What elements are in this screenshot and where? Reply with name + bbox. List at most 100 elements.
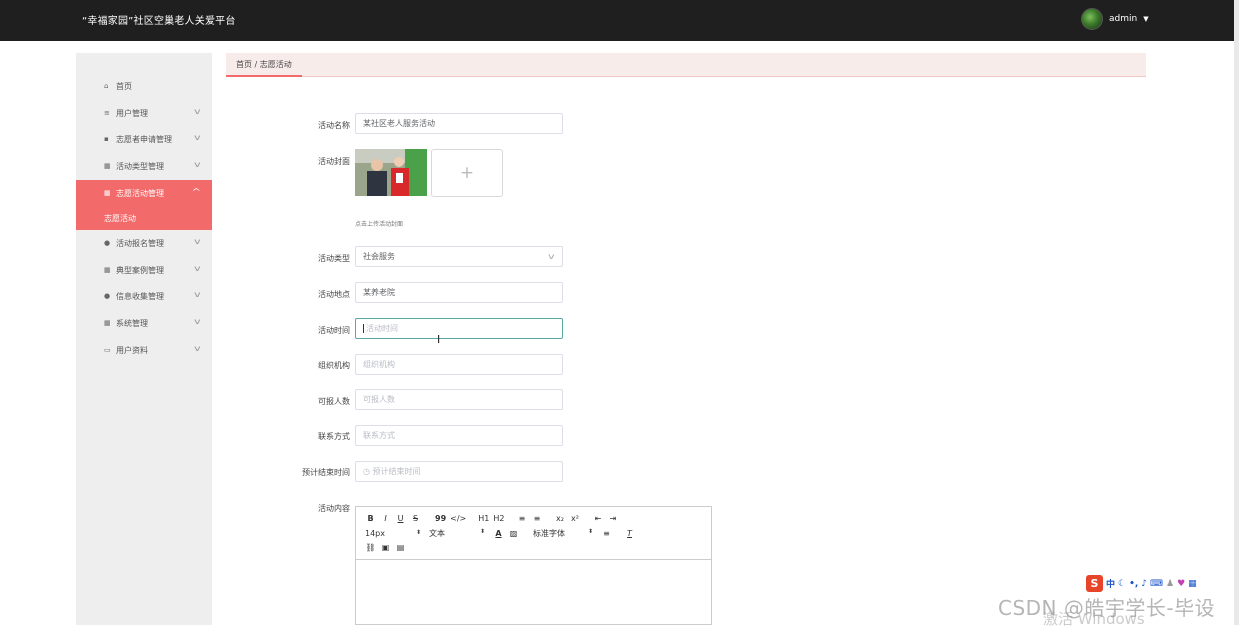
italic-button[interactable]: I [380, 514, 391, 523]
code-button[interactable]: </> [450, 514, 466, 523]
rich-text-editor[interactable]: B I U S 99 </> H1 H2 ≡ ≡ x₂ x² ⇤ ⇥ 14px ⬍… [355, 506, 712, 625]
clock-icon: ◷ [363, 467, 373, 476]
strike-button[interactable]: S [410, 514, 421, 523]
font-size-select[interactable]: 14px ⬍ [365, 529, 421, 538]
grid-icon[interactable]: ▦ [1188, 579, 1197, 589]
breadcrumb-tab[interactable]: 首页 / 志愿活动 [226, 53, 302, 77]
blockquote-button[interactable]: 99 [435, 514, 446, 523]
ordered-list-button[interactable]: ≡ [516, 514, 527, 523]
header-value: 文本 [429, 529, 445, 538]
ime-language[interactable]: 中 [1106, 577, 1115, 590]
content-label: 活动内容 [318, 504, 350, 513]
sidebar-item-system[interactable]: ▦ 系统管理 v [76, 310, 212, 336]
text-caret [363, 324, 364, 333]
image-icon[interactable]: ▣ [380, 543, 391, 552]
user-icon[interactable]: ♟ [1166, 579, 1174, 589]
sidebar-item-label: 典型案例管理 [116, 265, 164, 275]
skin-icon[interactable]: ♥ [1177, 579, 1185, 589]
video-icon[interactable]: ▤ [395, 543, 406, 552]
punctuation-icon[interactable]: •, [1129, 579, 1138, 589]
type-select[interactable]: 社会服务 v [355, 246, 563, 267]
app-title: “幸福家园”社区空巢老人关爱平台 [82, 16, 236, 27]
microphone-icon[interactable]: ♪ [1141, 579, 1147, 589]
cover-photo [355, 149, 427, 196]
cover-image[interactable] [355, 149, 427, 196]
sidebar-item-home[interactable]: ⌂ 首页 [76, 73, 212, 99]
sidebar: ⌂ 首页 ≡ 用户管理 v ▪ 志愿者申请管理 v ▦ 活动类型管理 v ▦ 志… [76, 53, 212, 625]
link-icon[interactable]: ⛓ [365, 543, 376, 552]
ime-toolbar[interactable]: S 中 ☾ •, ♪ ⌨ ♟ ♥ ▦ [1084, 574, 1234, 593]
cover-hint: 点击上传活动封面 [355, 221, 404, 228]
count-label: 可报人数 [318, 397, 350, 406]
place-label: 活动地点 [318, 290, 350, 299]
avatar[interactable] [1081, 8, 1103, 30]
moon-icon[interactable]: ☾ [1118, 579, 1126, 589]
outdent-button[interactable]: ⇤ [592, 514, 603, 523]
bold-button[interactable]: B [365, 514, 376, 523]
name-input[interactable]: 某社区老人服务活动 [355, 113, 563, 134]
h1-button[interactable]: H1 [478, 514, 489, 523]
sidebar-item-label: 活动类型管理 [116, 161, 164, 171]
sidebar-item-activity-type[interactable]: ▦ 活动类型管理 v [76, 153, 212, 179]
caret-down-icon[interactable]: ▼ [1143, 15, 1148, 23]
breadcrumb: 首页 / 志愿活动 [226, 53, 1146, 77]
org-label: 组织机构 [318, 361, 350, 370]
username[interactable]: admin [1109, 14, 1137, 24]
sidebar-item-signup[interactable]: ● 活动报名管理 v [76, 230, 212, 256]
sidebar-item-label: 活动报名管理 [116, 238, 164, 248]
sidebar-item-info[interactable]: ● 信息收集管理 v [76, 283, 212, 309]
h2-button[interactable]: H2 [493, 514, 504, 523]
keyboard-icon[interactable]: ⌨ [1150, 579, 1163, 589]
upload-cover-button[interactable]: + [431, 149, 503, 197]
chevron-down-icon: v [194, 107, 201, 116]
superscript-button[interactable]: x² [569, 514, 580, 523]
chevron-down-icon: v [194, 160, 201, 169]
chevron-down-icon: v [194, 344, 201, 353]
sidebar-item-label: 志愿活动管理 [116, 188, 164, 198]
sidebar-item-volunteer-activity[interactable]: ▦ 志愿活动管理 ^ [76, 180, 212, 206]
sidebar-item-label: 首页 [116, 81, 132, 91]
name-label: 活动名称 [318, 121, 350, 130]
end-placeholder: 预计结束时间 [372, 467, 421, 476]
page-scrollbar[interactable] [1234, 0, 1239, 625]
place-input[interactable]: 某养老院 [355, 282, 563, 303]
background-color-icon[interactable]: ▨ [508, 529, 519, 538]
org-input[interactable]: 组织机构 [355, 354, 563, 375]
font-family-value: 标准字体 [533, 529, 565, 538]
chevron-down-icon: v [194, 317, 201, 326]
chevron-down-icon: v [194, 133, 201, 142]
contact-label: 联系方式 [318, 432, 350, 441]
end-time-input[interactable]: ◷ 预计结束时间 [355, 461, 563, 482]
bullet-list-button[interactable]: ≡ [531, 514, 542, 523]
user-menu[interactable]: admin ▼ [1081, 8, 1149, 30]
sidebar-item-volunteer-apply[interactable]: ▪ 志愿者申请管理 v [76, 126, 212, 152]
subscript-button[interactable]: x₂ [554, 514, 565, 523]
toolbar-row-1: B I U S 99 </> H1 H2 ≡ ≡ x₂ x² ⇤ ⇥ [365, 514, 622, 523]
header-select[interactable]: 文本 ⬍ [429, 528, 485, 539]
sidebar-subitem-label: 志愿活动 [104, 213, 136, 223]
cover-label: 活动封面 [318, 157, 350, 166]
count-input[interactable]: 可报人数 [355, 389, 563, 410]
sidebar-item-users[interactable]: ≡ 用户管理 v [76, 100, 212, 126]
underline-button[interactable]: U [395, 514, 406, 523]
contact-input[interactable]: 联系方式 [355, 425, 563, 446]
font-family-select[interactable]: 标准字体 ⬍ [533, 528, 593, 539]
sidebar-subitem-volunteer-activity[interactable]: 志愿活动 [76, 206, 212, 230]
sidebar-item-label: 系统管理 [116, 318, 148, 328]
sidebar-item-profile[interactable]: ▭ 用户资料 v [76, 337, 212, 363]
align-icon[interactable]: ≡ [601, 529, 612, 538]
location-icon: ● [104, 292, 111, 300]
clear-format-icon[interactable]: T [624, 529, 635, 538]
updown-icon: ⬍ [479, 528, 485, 535]
list-icon: ≡ [104, 109, 110, 117]
updown-icon: ⬍ [415, 529, 421, 536]
font-size-value: 14px [365, 529, 385, 538]
time-input[interactable]: 活动时间 [355, 318, 563, 339]
sidebar-item-cases[interactable]: ▦ 典型案例管理 v [76, 257, 212, 283]
font-color-icon[interactable]: A [493, 529, 504, 538]
chevron-down-icon: v [548, 252, 555, 261]
indent-button[interactable]: ⇥ [607, 514, 618, 523]
chevron-down-icon: v [194, 264, 201, 273]
windows-activation-watermark: 激活 Windows [1043, 610, 1145, 628]
time-label: 活动时间 [318, 326, 350, 335]
